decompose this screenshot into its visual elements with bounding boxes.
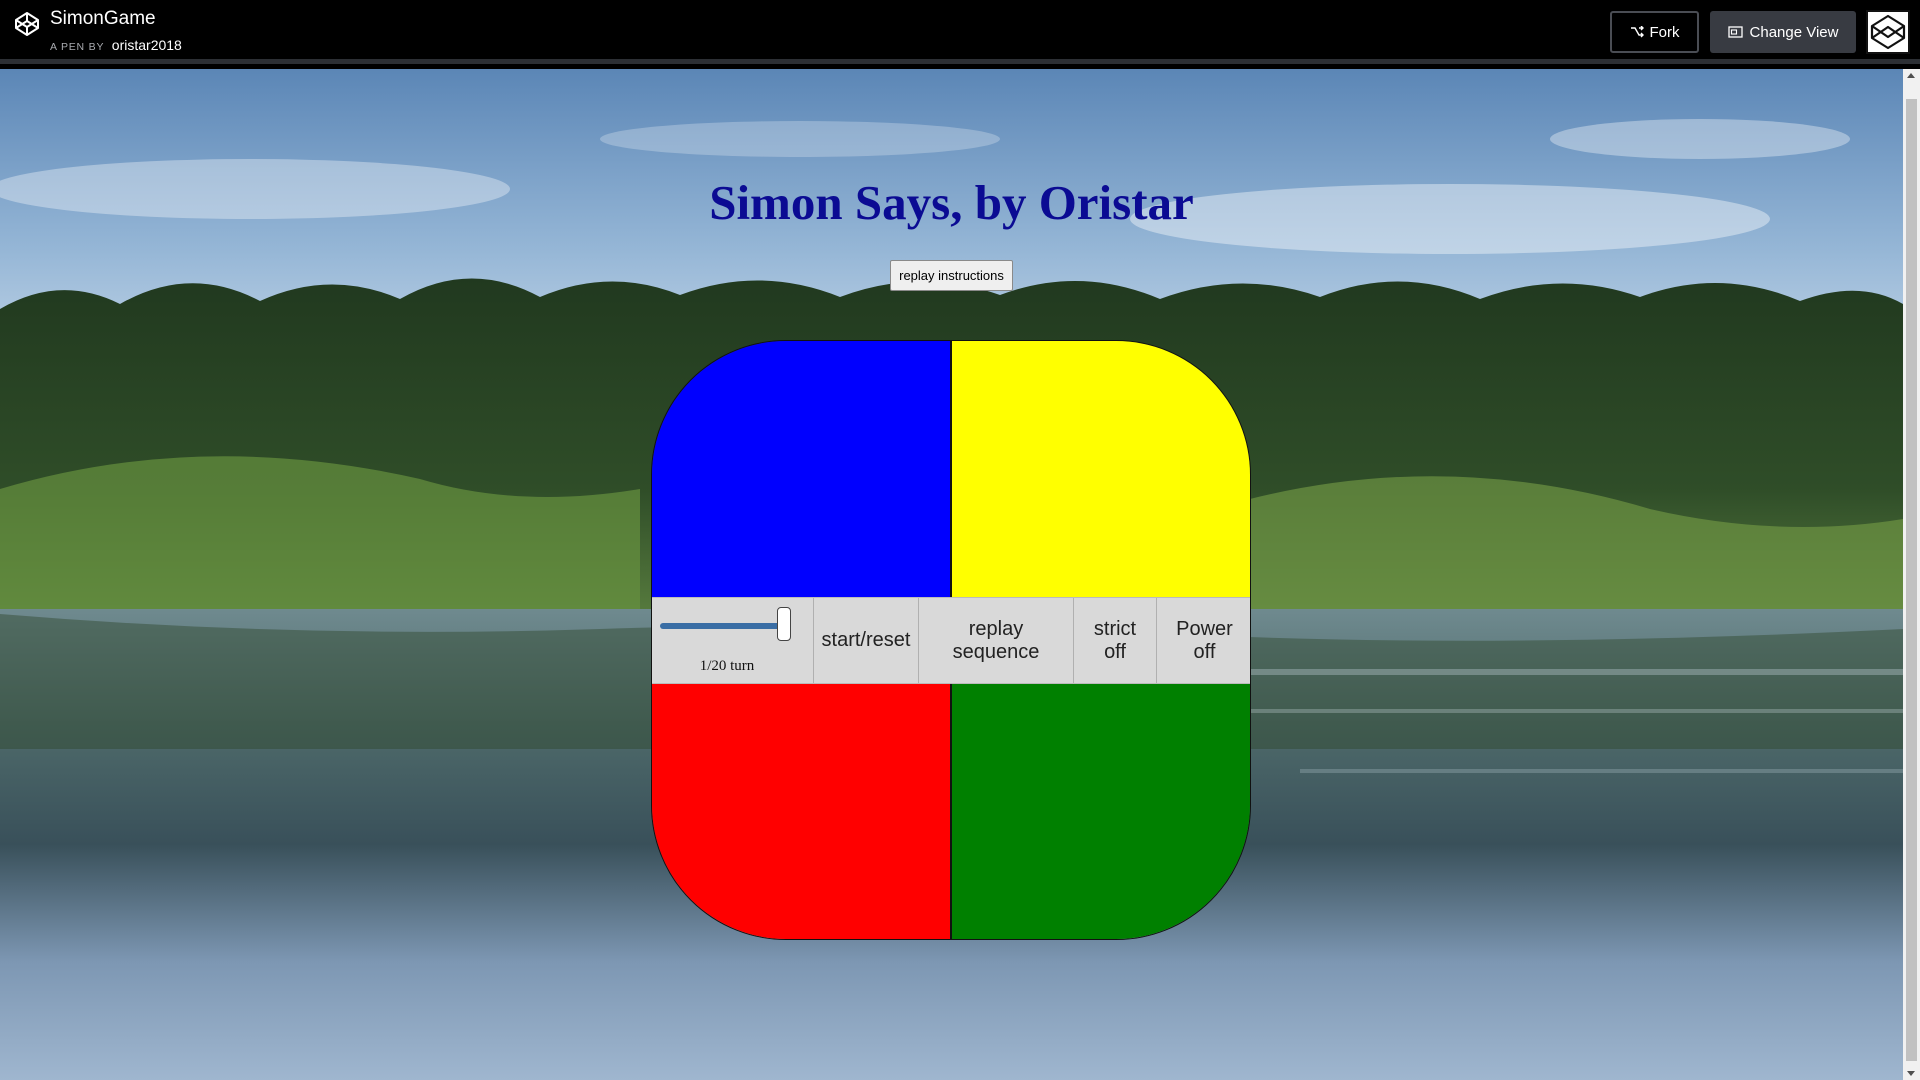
change-view-label: Change View <box>1749 23 1839 41</box>
yellow-pad[interactable] <box>952 341 1250 597</box>
strict-label-line2: off <box>1104 640 1126 663</box>
start-reset-button[interactable]: start/reset <box>814 598 919 683</box>
replay-sequence-button[interactable]: replay sequence <box>919 598 1074 683</box>
change-view-icon <box>1727 26 1743 38</box>
power-toggle-button[interactable]: Power off <box>1157 598 1250 683</box>
control-panel: 1/20 turn start/reset replay sequence st… <box>652 597 1250 684</box>
strict-label-line1: strict <box>1093 617 1137 640</box>
pen-title: SimonGame <box>50 8 156 29</box>
author-link[interactable]: oristar2018 <box>112 37 182 53</box>
speed-label: 1/20 turn <box>699 658 755 674</box>
page-title: Simon Says, by Oristar <box>709 175 1194 230</box>
speed-control: 1/20 turn <box>652 598 814 683</box>
strict-toggle-button[interactable]: strict off <box>1074 598 1157 683</box>
blue-pad[interactable] <box>652 341 952 597</box>
codepen-header: SimonGame A PEN BY oristar2018 Fork Chan… <box>0 0 1920 64</box>
power-label-line2: off <box>1193 640 1216 663</box>
power-label-line1: Power <box>1176 617 1233 640</box>
scroll-up-arrow-icon[interactable] <box>1907 73 1915 78</box>
pen-byline: A PEN BY oristar2018 <box>50 37 182 53</box>
speed-slider-thumb[interactable] <box>777 607 791 641</box>
replay-sequence-label-line1: replay <box>968 617 1024 640</box>
speed-slider-track[interactable] <box>660 623 791 629</box>
start-reset-label: start/reset <box>821 629 911 651</box>
simon-board: 1/20 turn start/reset replay sequence st… <box>651 340 1251 940</box>
replay-sequence-label-line2: sequence <box>952 640 1040 663</box>
scroll-down-arrow-icon[interactable] <box>1907 1071 1915 1076</box>
fork-button[interactable]: Fork <box>1610 11 1699 53</box>
pen-preview: Simon Says, by Oristar replay instructio… <box>0 69 1903 1080</box>
byline-prefix: A PEN BY <box>50 41 105 53</box>
red-pad[interactable] <box>652 684 952 939</box>
fork-icon <box>1630 26 1644 38</box>
change-view-button[interactable]: Change View <box>1710 11 1856 53</box>
fork-label: Fork <box>1649 23 1680 41</box>
replay-instructions-button[interactable]: replay instructions <box>890 260 1013 291</box>
vertical-scrollbar[interactable] <box>1903 69 1920 1080</box>
codepen-logo-icon[interactable] <box>13 10 41 38</box>
user-avatar[interactable] <box>1866 10 1910 54</box>
scrollbar-thumb[interactable] <box>1906 99 1917 1061</box>
green-pad[interactable] <box>952 684 1250 939</box>
avatar-icon <box>1870 14 1906 50</box>
